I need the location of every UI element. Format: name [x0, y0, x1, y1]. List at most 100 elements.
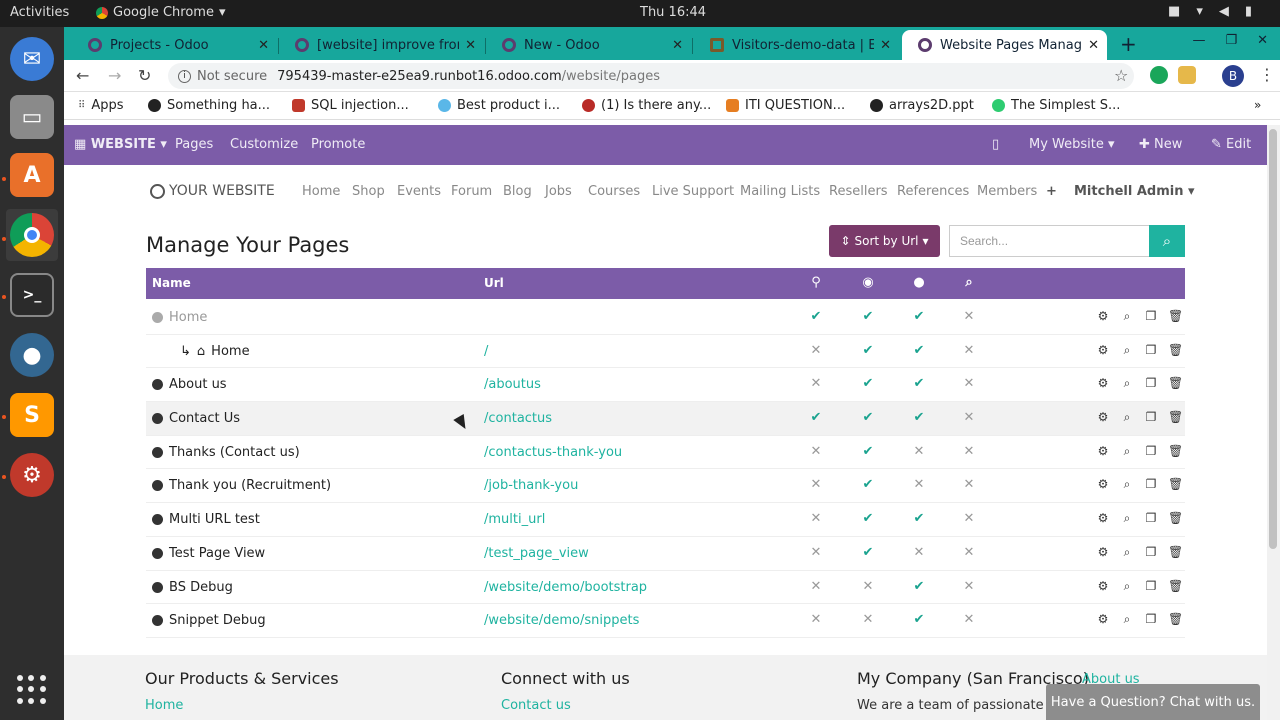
info-icon[interactable]: i	[178, 69, 191, 83]
promote-menu[interactable]: Promote	[311, 137, 365, 152]
extension-icon[interactable]	[1178, 66, 1196, 84]
address-bar[interactable]: i Not secure 795439-master-e25ea9.runbot…	[168, 63, 1134, 89]
gear-icon[interactable]: ⚙	[1096, 579, 1110, 594]
search-icon[interactable]: ⌕	[1120, 343, 1134, 358]
close-tab-icon[interactable]: ✕	[1088, 38, 1099, 53]
page-url-link[interactable]: /job-thank-you	[484, 478, 578, 493]
edit-button[interactable]: ✎ Edit	[1211, 137, 1251, 152]
gear-icon[interactable]: ⚙	[1096, 612, 1110, 627]
nav-forum[interactable]: Forum	[451, 184, 492, 199]
activities-button[interactable]: Activities	[10, 5, 69, 20]
nav-shop[interactable]: Shop	[352, 184, 385, 199]
close-window-icon[interactable]: ✕	[1257, 33, 1268, 48]
trash-icon[interactable]: 🗑	[1168, 511, 1183, 526]
gear-icon[interactable]: ⚙	[1096, 343, 1110, 358]
bookmark-star-icon[interactable]: ☆	[1114, 66, 1128, 85]
search-button[interactable]: ⌕	[1149, 225, 1185, 257]
search-icon[interactable]: ⌕	[1120, 410, 1134, 425]
pages-menu[interactable]: Pages	[175, 137, 213, 152]
bookmark-item[interactable]: arrays2D.ppt	[870, 98, 974, 113]
page-url-link[interactable]: /contactus-thank-you	[484, 445, 622, 460]
trash-icon[interactable]: 🗑	[1168, 343, 1183, 358]
trash-icon[interactable]: 🗑	[1168, 612, 1183, 627]
forward-icon[interactable]: →	[108, 66, 121, 85]
footer-home-link[interactable]: Home	[145, 698, 183, 713]
page-url-link[interactable]: /contactus	[484, 411, 552, 426]
new-tab-button[interactable]: +	[1120, 32, 1137, 56]
bookmark-item[interactable]: Something ha...	[148, 98, 270, 113]
back-icon[interactable]: ←	[76, 66, 89, 85]
close-tab-icon[interactable]: ✕	[672, 38, 683, 53]
gear-icon[interactable]: ⚙	[1096, 309, 1110, 324]
nav-courses[interactable]: Courses	[588, 184, 640, 199]
clone-icon[interactable]: ❐	[1144, 343, 1158, 358]
nav-members[interactable]: Members	[977, 184, 1037, 199]
thunderbird-app[interactable]: ✉	[6, 33, 58, 85]
trash-icon[interactable]: 🗑	[1168, 309, 1183, 324]
bookmark-item[interactable]: (1) Is there any...	[582, 98, 711, 113]
page-url-link[interactable]: /multi_url	[484, 512, 545, 527]
bookmark-item[interactable]: ITI QUESTION...	[726, 98, 845, 113]
profile-avatar[interactable]: B	[1222, 65, 1244, 87]
page-url-link[interactable]: /test_page_view	[484, 546, 589, 561]
clock[interactable]: Thu 16:44	[640, 5, 706, 20]
nav-live-support[interactable]: Live Support	[652, 184, 734, 199]
page-url-link[interactable]: /website/demo/snippets	[484, 613, 639, 628]
clone-icon[interactable]: ❐	[1144, 410, 1158, 425]
more-bookmarks-icon[interactable]: »	[1254, 98, 1261, 112]
search-input[interactable]	[949, 225, 1149, 257]
chrome-app[interactable]	[6, 209, 58, 261]
trash-icon[interactable]: 🗑	[1168, 376, 1183, 391]
bookmark-apps[interactable]: ⠿ Apps	[78, 98, 124, 113]
nav-mailing-lists[interactable]: Mailing Lists	[740, 184, 820, 199]
nav-add-button[interactable]: +	[1046, 184, 1057, 199]
name-column-header[interactable]: Name	[152, 276, 191, 290]
search-icon[interactable]: ⌕	[1120, 579, 1134, 594]
trash-icon[interactable]: 🗑	[1168, 477, 1183, 492]
browser-tab[interactable]: Projects - Odoo ✕	[72, 30, 277, 60]
clone-icon[interactable]: ❐	[1144, 511, 1158, 526]
sublime-app[interactable]: S	[6, 389, 58, 441]
url-column-header[interactable]: Url	[484, 276, 504, 290]
gear-icon[interactable]: ⚙	[1096, 511, 1110, 526]
trash-icon[interactable]: 🗑	[1168, 410, 1183, 425]
menu-icon[interactable]: ⋮	[1259, 65, 1275, 84]
clone-icon[interactable]: ❐	[1144, 309, 1158, 324]
clone-icon[interactable]: ❐	[1144, 545, 1158, 560]
bookmark-item[interactable]: The Simplest S...	[992, 98, 1120, 113]
clone-icon[interactable]: ❐	[1144, 579, 1158, 594]
search-icon[interactable]: ⌕	[1120, 309, 1134, 324]
trash-icon[interactable]: 🗑	[1168, 579, 1183, 594]
website-menu[interactable]: ▦ WEBSITE ▾	[74, 137, 167, 152]
search-icon[interactable]: ⌕	[1120, 477, 1134, 492]
browser-tab[interactable]: Visitors-demo-data | E ✕	[694, 30, 899, 60]
close-tab-icon[interactable]: ✕	[880, 38, 891, 53]
close-tab-icon[interactable]: ✕	[465, 38, 476, 53]
clone-icon[interactable]: ❐	[1144, 444, 1158, 459]
gear-icon[interactable]: ⚙	[1096, 410, 1110, 425]
gear-icon[interactable]: ⚙	[1096, 376, 1110, 391]
new-button[interactable]: ✚ New	[1139, 137, 1182, 152]
clone-icon[interactable]: ❐	[1144, 376, 1158, 391]
my-website-menu[interactable]: My Website ▾	[1029, 137, 1115, 152]
clone-icon[interactable]: ❐	[1144, 612, 1158, 627]
bookmark-item[interactable]: Best product i...	[438, 98, 560, 113]
minimize-icon[interactable]: —	[1192, 33, 1205, 48]
pgadmin-app[interactable]: ●	[6, 329, 58, 381]
page-scrollbar[interactable]	[1267, 125, 1280, 720]
search-icon[interactable]: ⌕	[1120, 612, 1134, 627]
nav-events[interactable]: Events	[397, 184, 441, 199]
footer-contact-link[interactable]: Contact us	[501, 698, 571, 713]
mobile-preview-icon[interactable]: ▯	[992, 137, 999, 152]
page-url-link[interactable]: /	[484, 344, 488, 359]
maximize-icon[interactable]: ❐	[1225, 33, 1237, 48]
search-icon[interactable]: ⌕	[1120, 545, 1134, 560]
nav-references[interactable]: References	[897, 184, 969, 199]
show-apps-icon[interactable]	[17, 675, 47, 705]
search-icon[interactable]: ⌕	[1120, 511, 1134, 526]
live-chat-button[interactable]: Have a Question? Chat with us.	[1046, 684, 1260, 720]
browser-tab[interactable]: New - Odoo ✕	[486, 30, 691, 60]
software-app[interactable]: A	[6, 149, 58, 201]
close-tab-icon[interactable]: ✕	[258, 38, 269, 53]
files-app[interactable]: ▭	[6, 91, 58, 143]
